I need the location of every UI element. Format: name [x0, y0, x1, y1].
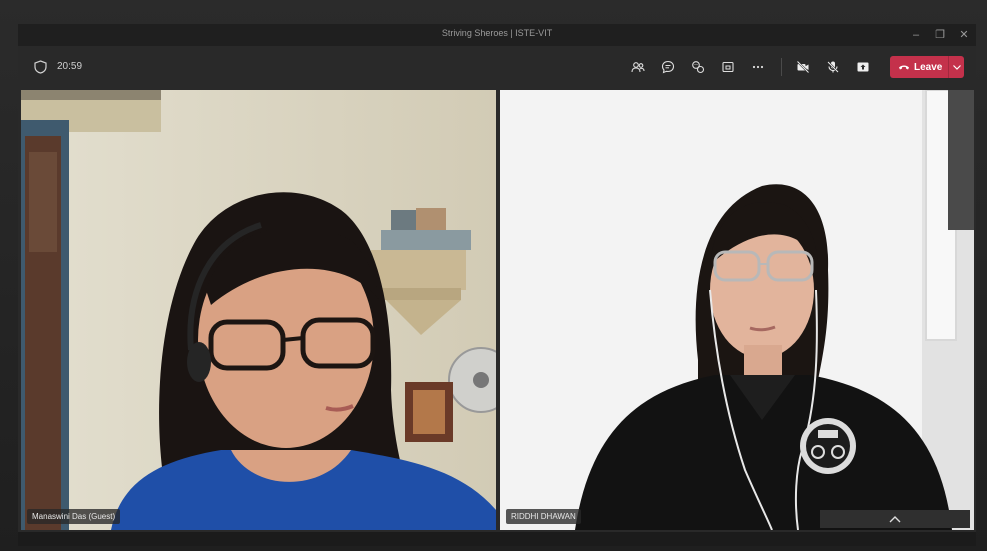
mic-off-icon	[827, 61, 839, 73]
minimize-icon[interactable]: –	[908, 27, 924, 43]
chevron-up-icon	[889, 515, 901, 522]
participant-video-tile[interactable]: RIDDHI DHAWAN	[500, 90, 974, 530]
share-icon	[857, 62, 869, 72]
title-bar: Striving Sheroes | ISTE-VIT – ❐ ✕	[18, 24, 976, 46]
more-button[interactable]	[748, 57, 768, 77]
camera-off-icon	[796, 60, 810, 74]
people-button[interactable]	[628, 57, 648, 77]
close-icon[interactable]: ✕	[956, 27, 972, 43]
participant-name-tag: RIDDHI DHAWAN	[506, 509, 581, 524]
expand-gallery-button[interactable]	[820, 510, 970, 528]
participant-video-tile[interactable]: Manaswini Das (Guest)	[21, 90, 496, 530]
chat-button[interactable]	[658, 57, 678, 77]
meeting-timer: 20:59	[57, 61, 83, 72]
mic-toggle-button[interactable]	[823, 57, 843, 77]
share-tray-button[interactable]	[718, 57, 738, 77]
chat-icon	[661, 60, 675, 74]
shield-icon	[34, 60, 47, 74]
share-tray-icon	[722, 61, 734, 73]
more-icon	[752, 65, 764, 69]
window-bottom-edge	[18, 532, 976, 546]
leave-button[interactable]: Leave	[890, 56, 964, 78]
reactions-icon	[692, 61, 705, 74]
chevron-down-icon	[952, 64, 961, 70]
participant-name-tag: Manaswini Das (Guest)	[27, 509, 121, 524]
meeting-toolbar: 20:59 Leave	[18, 46, 976, 88]
participant-video-feed	[21, 90, 496, 530]
leave-options-button[interactable]	[949, 64, 964, 70]
app-frame: Striving Sheroes | ISTE-VIT – ❐ ✕ 20:59	[0, 0, 987, 551]
share-screen-button[interactable]	[853, 57, 873, 77]
reactions-button[interactable]	[688, 57, 708, 77]
toolbar-divider	[781, 58, 782, 76]
teams-meeting-window: Striving Sheroes | ISTE-VIT – ❐ ✕ 20:59	[18, 24, 976, 546]
leave-main[interactable]: Leave	[890, 62, 948, 73]
camera-toggle-button[interactable]	[793, 57, 813, 77]
people-icon	[631, 62, 645, 73]
window-title: Striving Sheroes | ISTE-VIT	[441, 28, 553, 38]
leave-label: Leave	[914, 61, 943, 73]
participant-video-feed	[500, 90, 974, 530]
restore-icon[interactable]: ❐	[932, 27, 948, 43]
phone-hangup-icon	[899, 65, 909, 70]
